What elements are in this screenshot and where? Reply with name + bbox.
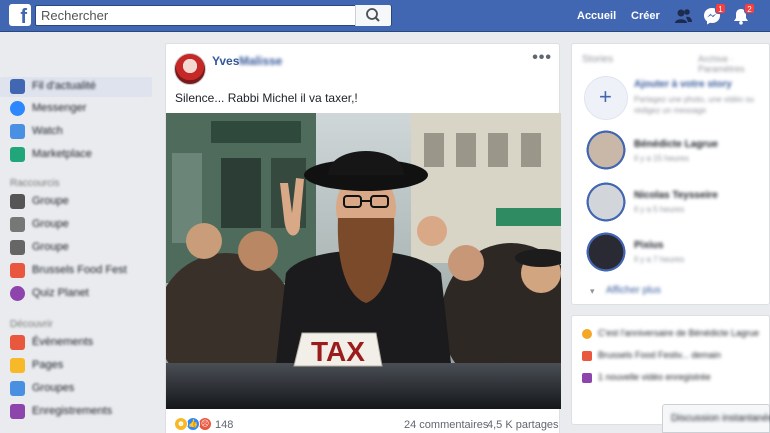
- gift-icon: [582, 329, 592, 339]
- event-text[interactable]: Brussels Food Festiv... demain: [598, 350, 721, 360]
- groups-icon: [10, 381, 25, 396]
- group-icon: [10, 240, 25, 255]
- taxi-sign-text: TAX: [311, 336, 365, 367]
- shortcut-item[interactable]: Groupe: [0, 215, 160, 235]
- facebook-logo[interactable]: f: [9, 4, 31, 26]
- watch-icon: [10, 124, 25, 139]
- sidebar-item-label: Pages: [32, 359, 64, 371]
- shortcut-label: Quiz Planet: [32, 287, 89, 299]
- calendar-icon: [10, 335, 25, 350]
- messenger-icon[interactable]: 1: [702, 3, 726, 26]
- post-card: Yves Malisse ••• Silence... Rabbi Michel…: [165, 43, 561, 433]
- shortcuts-heading: Raccourcis: [10, 178, 60, 189]
- sidebar-item-label: Watch: [32, 125, 63, 137]
- sidebar-item-news-feed[interactable]: Fil d'actualité: [0, 77, 152, 97]
- sidebar-item-label: Messenger: [32, 102, 87, 114]
- add-story-button[interactable]: +: [584, 76, 628, 120]
- chat-bar[interactable]: Discussion instantanée: [662, 404, 770, 433]
- shortcut-label: Groupe: [32, 195, 69, 207]
- sidebar-item-label: Enregistrements: [32, 405, 113, 417]
- sidebar-item-label: Fil d'actualité: [32, 80, 96, 92]
- story-name[interactable]: Pixius: [634, 240, 663, 251]
- bookmark-icon: [10, 404, 25, 419]
- chevron-down-icon: ▾: [590, 286, 595, 296]
- post-text: Silence... Rabbi Michel il va taxer,!: [175, 91, 358, 105]
- story-time: Il y a 5 heures: [634, 205, 685, 214]
- event-text[interactable]: C'est l'anniversaire de Bénédicte Lagrue: [598, 328, 759, 338]
- calendar-icon: [582, 351, 592, 361]
- sidebar-item-label: Groupes: [32, 382, 75, 394]
- plus-icon: +: [599, 84, 612, 109]
- stories-panel: Stories Archive · Paramètres + Ajouter à…: [571, 43, 770, 305]
- nav-create-link[interactable]: Créer: [631, 10, 660, 22]
- story-avatar[interactable]: [584, 180, 628, 224]
- haha-reaction-icon: ☻: [174, 417, 188, 431]
- nav-home-link[interactable]: Accueil: [577, 10, 616, 22]
- story-name[interactable]: Nicolas Teysseire: [634, 190, 718, 201]
- sidebar-item-messenger[interactable]: Messenger: [0, 99, 160, 119]
- right-column: Stories Archive · Paramètres + Ajouter à…: [571, 43, 770, 433]
- story-time: Il y a 7 heures: [634, 255, 685, 264]
- story-time: Il y a 15 heures: [634, 154, 689, 163]
- search-button[interactable]: [355, 5, 391, 26]
- explore-heading: Découvrir: [10, 319, 53, 330]
- story-avatar[interactable]: [584, 230, 628, 274]
- video-icon: [582, 373, 592, 383]
- shortcut-label: Groupe: [32, 241, 69, 253]
- author-avatar[interactable]: [174, 53, 206, 85]
- shortcut-label: Brussels Food Fest: [32, 264, 127, 276]
- sidebar-item-events[interactable]: Évènements: [0, 333, 160, 353]
- shortcut-item[interactable]: Brussels Food Fest: [0, 261, 160, 281]
- comments-count[interactable]: 24 commentaires: [404, 419, 488, 431]
- reactions-count[interactable]: 148: [215, 419, 233, 431]
- top-bar: f Accueil Créer 1 2: [0, 0, 770, 32]
- shortcut-label: Groupe: [32, 218, 69, 230]
- marketplace-icon: [10, 147, 25, 162]
- messenger-badge: 1: [715, 3, 726, 14]
- sidebar-item-label: Marketplace: [32, 148, 92, 160]
- stories-settings-link[interactable]: Archive · Paramètres: [698, 54, 769, 74]
- sidebar-item-saved[interactable]: Enregistrements: [0, 402, 160, 422]
- group-icon: [10, 194, 25, 209]
- angry-reaction-icon: ☹: [198, 417, 212, 431]
- shares-count[interactable]: 4,5 K partages: [487, 419, 559, 431]
- friends-icon[interactable]: [673, 6, 693, 26]
- news-feed-icon: [10, 79, 25, 94]
- story-avatar[interactable]: [584, 128, 628, 172]
- author-name[interactable]: Yves: [212, 54, 239, 68]
- stories-title: Stories: [582, 54, 614, 65]
- group-icon: [10, 217, 25, 232]
- notifications-badge: 2: [744, 3, 755, 14]
- add-story-subtitle: Partagez une photo, une vidéo ou rédigez…: [634, 95, 755, 115]
- shortcut-item[interactable]: Groupe: [0, 192, 160, 212]
- sidebar-item-marketplace[interactable]: Marketplace: [0, 145, 160, 165]
- search-box: [35, 5, 392, 26]
- add-story-title[interactable]: Ajouter à votre story: [634, 79, 732, 90]
- event-text[interactable]: 1 nouvelle vidéo enregistrée: [598, 372, 711, 382]
- game-icon: [10, 286, 25, 301]
- shortcut-item[interactable]: Quiz Planet: [0, 284, 160, 304]
- post-image[interactable]: TAX: [166, 113, 561, 409]
- shortcut-item[interactable]: Groupe: [0, 238, 160, 258]
- sidebar-item-watch[interactable]: Watch: [0, 122, 160, 142]
- notifications-icon[interactable]: 2: [731, 3, 755, 26]
- sidebar-item-pages[interactable]: Pages: [0, 356, 160, 376]
- flag-icon: [10, 358, 25, 373]
- sidebar-item-label: Évènements: [32, 336, 94, 348]
- story-name[interactable]: Bénédicte Lagrue: [634, 139, 718, 150]
- more-options-icon[interactable]: •••: [532, 49, 552, 67]
- messenger-icon: [10, 101, 25, 116]
- sidebar-item-groups[interactable]: Groupes: [0, 379, 160, 399]
- search-input[interactable]: [36, 6, 346, 25]
- see-more-link[interactable]: Afficher plus: [606, 285, 661, 296]
- event-icon: [10, 263, 25, 278]
- like-reaction-icon: 👍: [186, 417, 200, 431]
- chat-bar-label: Discussion instantanée: [671, 413, 770, 424]
- search-icon: [366, 8, 380, 22]
- author-surname[interactable]: Malisse: [239, 54, 282, 68]
